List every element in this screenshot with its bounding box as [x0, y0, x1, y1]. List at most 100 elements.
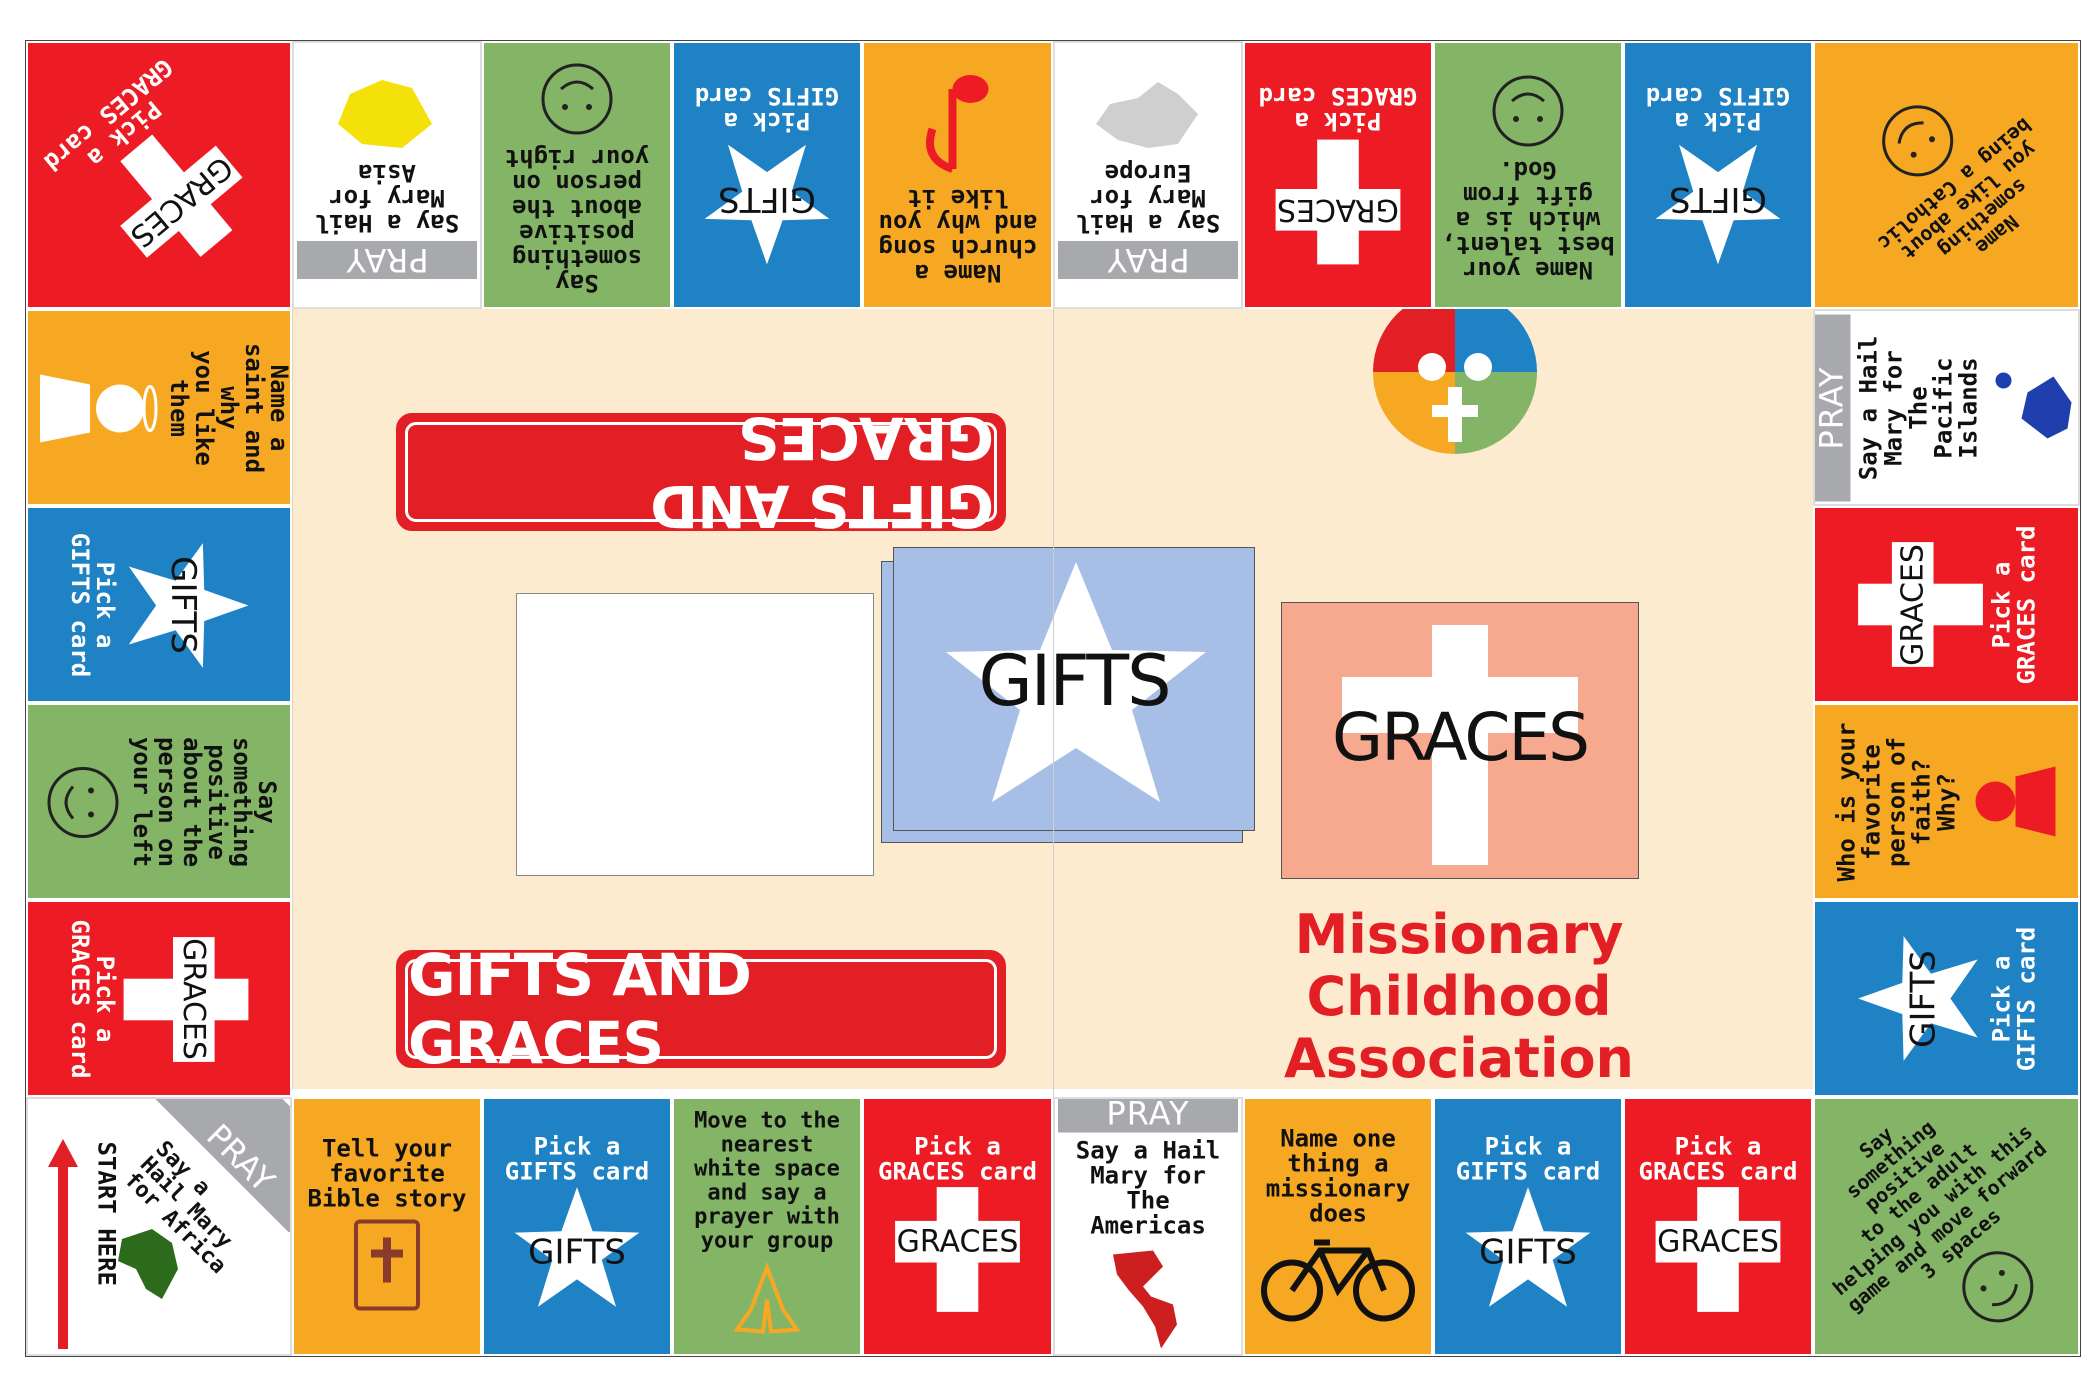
board-square-t7[interactable]: Name your best talent, which is a gift f… [1433, 41, 1623, 309]
square-text: Say a Hail Mary for The Americas [1075, 1136, 1221, 1240]
board-square-l4[interactable]: GRACES Pick a GRACES card [26, 900, 292, 1097]
person-icon [1965, 757, 2059, 847]
square-text: Pick a GRACES card [66, 919, 119, 1078]
title-banner-top-text: GIFTS AND GRACES [405, 404, 997, 540]
gifts-symbol-label: GIFTS [718, 179, 816, 219]
note-icon [923, 65, 993, 179]
board-square-b6[interactable]: Name one thing a missionary does [1243, 1097, 1433, 1356]
board-square-r1[interactable]: GIFTS Pick a GIFTS card [1813, 900, 2080, 1097]
square-text: Name a saint and why you like them [165, 342, 292, 473]
square-content: GRACES Pick a GRACES card [1630, 1104, 1806, 1349]
graces-deck[interactable]: GRACES [1281, 602, 1639, 879]
board-square-b3[interactable]: Move to the nearest white space and say … [672, 1097, 862, 1356]
europe-icon [1088, 71, 1208, 155]
square-content: Name a saint and why you like them [33, 316, 290, 499]
graces-symbol-label: GRACES [176, 937, 211, 1060]
star-icon: GIFTS [512, 1185, 642, 1319]
gifts-deck-label: GIFTS [978, 640, 1171, 722]
square-content: Tell your favorite Bible story [299, 1104, 475, 1349]
square-content: Move to the nearest white space and say … [679, 1104, 855, 1349]
square-content: GRACES Pick a GRACES card [28, 43, 290, 307]
board-square-r3[interactable]: GRACES Pick a GRACES card [1813, 506, 2080, 703]
bike-icon [1258, 1233, 1418, 1327]
square-text: Name a church song and why you like it [878, 184, 1037, 287]
islands-icon [1987, 363, 2078, 453]
board-square-l2[interactable]: GIFTS Pick a GIFTS card [26, 506, 292, 703]
cross-icon: GRACES [1653, 1185, 1783, 1319]
square-content: GIFTS Pick a GIFTS card [33, 513, 285, 696]
gifts-symbol-label: GIFTS [1479, 1232, 1577, 1273]
board-square-b1[interactable]: Tell your favorite Bible story [292, 1097, 482, 1356]
board-square-t2[interactable]: Say something positive about the person … [482, 41, 672, 309]
square-content: Name one thing a missionary does [1250, 1104, 1426, 1349]
pray-label: PRAY [297, 241, 477, 280]
board-square-t8[interactable]: GIFTS Pick a GIFTS card [1623, 41, 1813, 309]
gifts-symbol-label: GIFTS [1902, 949, 1943, 1048]
square-content: Who is your favorite person of faith? Wh… [1820, 710, 2073, 893]
pray-label: PRAY [1815, 314, 1850, 501]
square-text: Pick a GRACES card [1986, 525, 2040, 684]
saint-icon [28, 368, 161, 448]
board-square-b0[interactable]: PRAY START HERE Say a Hail Mary for Afri… [26, 1097, 292, 1356]
pray-label: PRAY [1058, 1099, 1238, 1133]
board-square-t6[interactable]: GRACES Pick a GRACES card [1243, 41, 1433, 309]
board-square-b7[interactable]: GIFTS Pick a GIFTS card [1433, 1097, 1623, 1356]
board-square-b5[interactable]: PRAY Say a Hail Mary for The Americas [1053, 1097, 1243, 1356]
cross-icon: GRACES [117, 934, 251, 1064]
square-content: GIFTS Pick a GIFTS card [1630, 48, 1806, 302]
square-content: PRAY Say a Hail Mary for The Pacific Isla… [1815, 314, 2073, 501]
square-content: Say something positive about the person … [489, 48, 665, 302]
board-square-t5[interactable]: PRAY Say a Hail Mary for Europe [1053, 41, 1243, 309]
organization-name: Missionary Childhood Association [1284, 903, 1634, 1090]
square-content: GIFTS Pick a GIFTS card [679, 48, 855, 302]
square-text: Name your best talent, which is a gift f… [1441, 156, 1615, 285]
cross-icon: GRACES [893, 1185, 1023, 1319]
square-text: Pick a GRACES card [878, 1132, 1037, 1186]
cross-icon: GRACES [1855, 540, 1989, 670]
square-text: Pick a GIFTS card [1455, 1132, 1601, 1186]
board-square-l1[interactable]: Name a saint and why you like them [26, 309, 292, 506]
board-square-t0[interactable]: GRACES Pick a GRACES card [26, 41, 292, 309]
square-text: Move to the nearest white space and say … [694, 1108, 840, 1254]
bible-icon [352, 1218, 422, 1317]
star-icon: GIFTS [1463, 1185, 1593, 1319]
square-content: Name something you like about being a Ca… [1815, 43, 2078, 307]
smile-icon [39, 762, 123, 842]
star-icon: GIFTS [1855, 934, 1989, 1064]
smile-icon [537, 55, 617, 139]
smile-icon [1488, 68, 1568, 152]
square-text: Pick a GIFTS card [1645, 82, 1791, 135]
square-content: GIFTS Pick a GIFTS card [489, 1104, 665, 1349]
title-banner-top: GIFTS AND GRACES [396, 404, 1006, 540]
board-square-b2[interactable]: GIFTS Pick a GIFTS card [482, 1097, 672, 1356]
gifts-symbol-label: GIFTS [1669, 179, 1767, 219]
board-square-b4[interactable]: GRACES Pick a GRACES card [862, 1097, 1053, 1356]
board-square-t3[interactable]: GIFTS Pick a GIFTS card [672, 41, 862, 309]
gifts-symbol-label: GIFTS [528, 1232, 626, 1273]
graces-symbol-label: GRACES [1894, 543, 1930, 666]
square-content: PRAY Say a Hail Mary for Asia [297, 48, 477, 302]
square-text: Pick a GIFTS card [1986, 926, 2040, 1071]
gifts-deck[interactable]: GIFTS [893, 547, 1255, 831]
graces-symbol-label: GRACES [1657, 1224, 1779, 1260]
square-content: GIFTS Pick a GIFTS card [1440, 1104, 1616, 1349]
square-content: Name a church song and why you like it [869, 48, 1046, 302]
asia-icon [332, 71, 442, 155]
square-text: Say something positive about the person … [504, 144, 650, 297]
discard-spot[interactable] [516, 593, 874, 876]
board-square-t1[interactable]: PRAY Say a Hail Mary for Asia [292, 41, 482, 309]
square-text: Name one thing a missionary does [1265, 1124, 1411, 1228]
square-text: Say a Hail Mary for Europe [1075, 159, 1221, 238]
board-square-b8[interactable]: GRACES Pick a GRACES card [1623, 1097, 1813, 1356]
americas-icon [1103, 1245, 1193, 1355]
board-square-t9[interactable]: Name something you like about being a Ca… [1813, 41, 2080, 309]
board-square-r2[interactable]: Who is your favorite person of faith? Wh… [1813, 703, 2080, 900]
board-square-b9[interactable]: Say something positive to the adult help… [1813, 1097, 2080, 1356]
square-text: Who is your favorite person of faith? Wh… [1832, 722, 1960, 881]
square-content: Say something positive about the person … [33, 710, 285, 893]
board-square-l3[interactable]: Say something positive about the person … [26, 703, 292, 900]
title-banner-bottom: GIFTS AND GRACES [396, 941, 1006, 1077]
board-square-t4[interactable]: Name a church song and why you like it [862, 41, 1053, 309]
square-text: Pick a GIFTS card [66, 532, 119, 677]
board-square-r4[interactable]: PRAY Say a Hail Mary for The Pacific Isla… [1813, 309, 2080, 506]
